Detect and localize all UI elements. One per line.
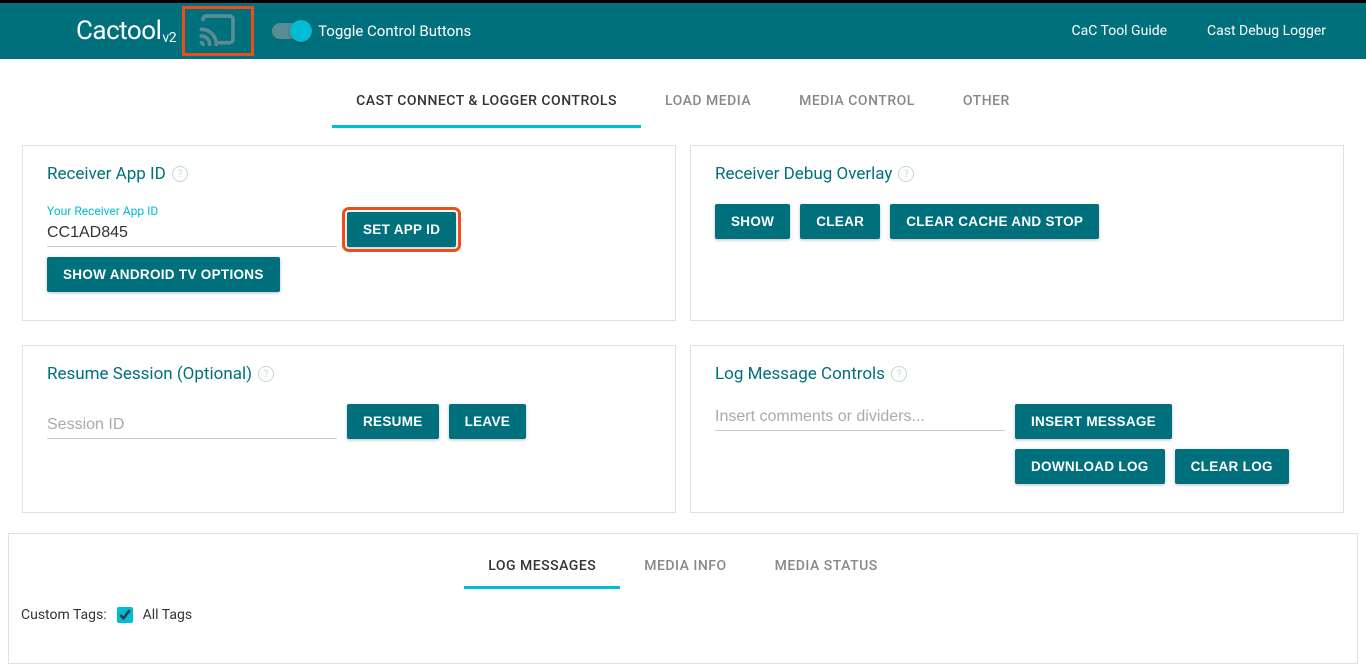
overlay-clear-button[interactable]: CLEAR bbox=[800, 204, 880, 239]
resume-title: Resume Session (Optional) bbox=[47, 364, 252, 384]
logo-version: v2 bbox=[162, 30, 176, 46]
receiver-app-field-label: Your Receiver App ID bbox=[47, 204, 337, 218]
clear-log-button[interactable]: CLEAR LOG bbox=[1175, 449, 1289, 484]
log-comment-input[interactable] bbox=[715, 404, 1005, 431]
help-icon[interactable]: ? bbox=[172, 166, 188, 182]
tab-media-info[interactable]: MEDIA INFO bbox=[620, 548, 750, 589]
card-log-controls: Log Message Controls ? INSERT MESSAGE DO… bbox=[690, 345, 1344, 513]
receiver-app-title: Receiver App ID bbox=[47, 164, 166, 184]
download-log-button[interactable]: DOWNLOAD LOG bbox=[1015, 449, 1165, 484]
overlay-clear-cache-button[interactable]: CLEAR CACHE AND STOP bbox=[890, 204, 1099, 239]
app-header: Cactoolv2 Toggle Control Buttons CaC Too… bbox=[0, 3, 1366, 59]
tab-media-status[interactable]: MEDIA STATUS bbox=[751, 548, 902, 589]
show-android-tv-button[interactable]: SHOW ANDROID TV OPTIONS bbox=[47, 257, 280, 292]
debug-overlay-title: Receiver Debug Overlay bbox=[715, 164, 892, 184]
all-tags-label: All Tags bbox=[143, 607, 192, 623]
session-id-input[interactable] bbox=[47, 412, 337, 439]
custom-tags-label: Custom Tags: bbox=[21, 607, 107, 623]
resume-button[interactable]: RESUME bbox=[347, 404, 439, 439]
logo-main: Cactool bbox=[76, 16, 161, 46]
cast-icon-highlight[interactable] bbox=[182, 6, 254, 56]
help-icon[interactable]: ? bbox=[258, 366, 274, 382]
card-debug-overlay: Receiver Debug Overlay ? SHOW CLEAR CLEA… bbox=[690, 145, 1344, 321]
log-tabs: LOG MESSAGES MEDIA INFO MEDIA STATUS bbox=[9, 548, 1357, 589]
cast-icon bbox=[192, 11, 244, 51]
set-app-id-button[interactable]: SET APP ID bbox=[347, 212, 456, 247]
tab-load-media[interactable]: LOAD MEDIA bbox=[641, 83, 775, 128]
main-tabs: CAST CONNECT & LOGGER CONTROLS LOAD MEDI… bbox=[8, 59, 1358, 129]
toggle-label: Toggle Control Buttons bbox=[318, 22, 471, 40]
help-icon[interactable]: ? bbox=[898, 166, 914, 182]
tab-other[interactable]: OTHER bbox=[939, 83, 1034, 128]
all-tags-checkbox[interactable] bbox=[117, 607, 133, 623]
card-receiver-app-id: Receiver App ID ? Your Receiver App ID S… bbox=[22, 145, 676, 321]
overlay-show-button[interactable]: SHOW bbox=[715, 204, 790, 239]
leave-button[interactable]: LEAVE bbox=[449, 404, 527, 439]
log-panel: LOG MESSAGES MEDIA INFO MEDIA STATUS Cus… bbox=[8, 533, 1358, 664]
link-debug-logger[interactable]: Cast Debug Logger bbox=[1207, 23, 1326, 39]
help-icon[interactable]: ? bbox=[891, 366, 907, 382]
log-controls-title: Log Message Controls bbox=[715, 364, 885, 384]
link-guide[interactable]: CaC Tool Guide bbox=[1072, 23, 1168, 39]
tab-cast-connect[interactable]: CAST CONNECT & LOGGER CONTROLS bbox=[332, 83, 641, 128]
app-logo: Cactoolv2 bbox=[76, 16, 176, 46]
tab-media-control[interactable]: MEDIA CONTROL bbox=[775, 83, 939, 128]
card-resume-session: Resume Session (Optional) ? RESUME LEAVE bbox=[22, 345, 676, 513]
toggle-control-buttons[interactable]: Toggle Control Buttons bbox=[272, 22, 471, 40]
insert-message-button[interactable]: INSERT MESSAGE bbox=[1015, 404, 1172, 439]
receiver-app-id-input[interactable] bbox=[47, 220, 337, 247]
tab-log-messages[interactable]: LOG MESSAGES bbox=[464, 548, 620, 589]
toggle-switch[interactable] bbox=[272, 23, 308, 39]
